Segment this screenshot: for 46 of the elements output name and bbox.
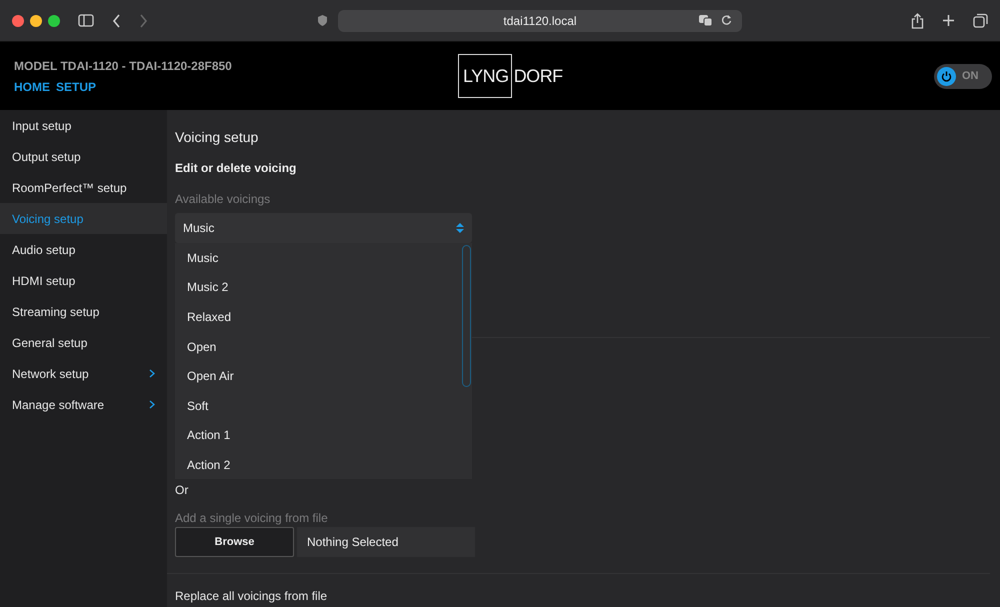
or-text: Or (175, 482, 190, 499)
reload-icon[interactable] (721, 14, 732, 26)
field-label: Add a single voicing from file (175, 510, 329, 527)
sidebar-item[interactable]: General setup (0, 327, 167, 358)
file-status: Nothing Selected (297, 527, 475, 557)
dropdown-option[interactable]: Open (175, 332, 472, 362)
dropdown-option[interactable]: Open Air (175, 361, 472, 391)
sidebar-item[interactable]: Input setup (0, 110, 167, 141)
sidebar-item[interactable]: Audio setup (0, 234, 167, 265)
dropdown-option[interactable]: Action 2 (175, 450, 472, 479)
sidebar-icon[interactable] (78, 14, 94, 27)
page-title: Voicing setup (175, 128, 260, 147)
field-label: Available voicings (175, 191, 272, 208)
shield-icon (317, 14, 328, 27)
window-control-button[interactable] (48, 14, 60, 26)
scrollbar[interactable] (462, 245, 471, 387)
dropdown-option[interactable]: Music 2 (175, 272, 472, 302)
sidebar-item[interactable]: Network setup (0, 358, 167, 389)
sort-arrows-icon (456, 222, 464, 234)
sidebar-item[interactable]: RoomPerfect™ setup (0, 172, 167, 203)
url-text: tdai1120.local (503, 12, 577, 30)
dropdown-option[interactable]: Soft (175, 390, 472, 421)
sidebar-item[interactable]: Output setup (0, 141, 167, 172)
sidebar-item[interactable]: HDMI setup (0, 265, 167, 296)
nav-link[interactable]: HOME (14, 78, 50, 96)
sidebar-item[interactable]: Manage software (0, 389, 167, 420)
section-title: Edit or delete voicing (175, 160, 298, 177)
window-control-button[interactable] (30, 14, 42, 26)
model-name: MODEL TDAI-1120 - TDAI-1120-28F850 (14, 58, 233, 74)
dropdown-option[interactable]: Action 1 (175, 420, 472, 450)
browse-button[interactable]: Browse (175, 527, 294, 557)
window-control-button[interactable] (12, 14, 24, 26)
voicing-select[interactable]: Music (175, 213, 472, 243)
sidebar-item[interactable]: Voicing setup (0, 203, 167, 234)
tabs-icon[interactable] (973, 13, 988, 28)
dropdown-option[interactable]: Music (175, 243, 472, 273)
share-icon[interactable] (911, 12, 924, 28)
dropdown-option[interactable]: Relaxed (175, 302, 472, 332)
translate-icon[interactable] (698, 14, 713, 26)
new-tab-icon[interactable] (942, 14, 955, 27)
section-title: Replace all voicings from file (175, 589, 328, 603)
logo: LYNG DORF (458, 54, 563, 98)
sidebar-item[interactable]: Streaming setup (0, 296, 167, 327)
back-icon[interactable] (112, 14, 121, 28)
forward-icon[interactable] (139, 14, 148, 28)
nav-link[interactable]: SETUP (56, 78, 96, 96)
